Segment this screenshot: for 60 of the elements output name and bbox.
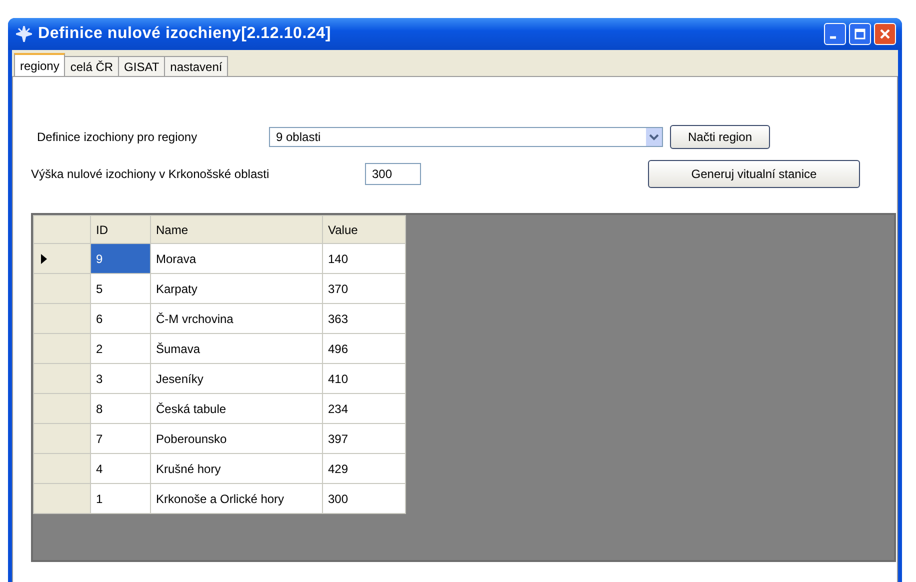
height-label: Výška nulové izochiony v Krkonošské oblasti <box>31 167 270 181</box>
maximize-icon <box>854 28 866 40</box>
table-cell: Č-M vrchovina <box>150 304 322 334</box>
table-cell: 496 <box>322 334 406 364</box>
table-cell: 5 <box>90 274 150 304</box>
table-cell: Šumava <box>150 334 322 364</box>
chevron-down-icon <box>646 128 662 146</box>
table-cell: 300 <box>322 484 406 514</box>
row-header[interactable] <box>34 334 90 364</box>
table-cell: 4 <box>90 454 150 484</box>
row-header[interactable] <box>34 244 90 274</box>
maximize-button[interactable] <box>849 23 871 45</box>
load-region-button[interactable]: Načti region <box>670 125 770 149</box>
window-title: Definice nulové izochieny[2.12.10.24] <box>38 25 331 43</box>
column-header[interactable]: Value <box>322 216 406 244</box>
table-cell: 410 <box>322 364 406 394</box>
table-cell: 3 <box>90 364 150 394</box>
table-cell: 7 <box>90 424 150 454</box>
star-icon <box>16 26 32 42</box>
generate-stations-button[interactable]: Generuj vitualní stanice <box>648 160 860 188</box>
region-dropdown[interactable]: 9 oblasti <box>269 127 663 147</box>
close-icon <box>879 28 891 40</box>
row-header[interactable] <box>34 364 90 394</box>
table-cell: Morava <box>150 244 322 274</box>
table-cell: 363 <box>322 304 406 334</box>
table-cell: 397 <box>322 424 406 454</box>
row-header[interactable] <box>34 304 90 334</box>
table-cell: 234 <box>322 394 406 424</box>
tab[interactable]: GISAT <box>118 56 166 76</box>
row-header[interactable] <box>34 274 90 304</box>
region-definition-label: Definice izochiony pro regiony <box>37 130 198 144</box>
table-cell: Krkonoše a Orlické hory <box>150 484 322 514</box>
height-input[interactable]: 300 <box>365 163 421 185</box>
table-cell: 140 <box>322 244 406 274</box>
close-button[interactable] <box>874 23 896 45</box>
table-cell: 9 <box>90 244 150 274</box>
minimize-icon <box>830 36 836 39</box>
table-cell: 370 <box>322 274 406 304</box>
table-cell: Jeseníky <box>150 364 322 394</box>
table-cell: Poberounsko <box>150 424 322 454</box>
minimize-button[interactable] <box>824 23 846 45</box>
column-header[interactable]: Name <box>150 216 322 244</box>
tab[interactable]: regiony <box>14 53 66 76</box>
table-cell: 8 <box>90 394 150 424</box>
row-header-corner <box>34 216 90 244</box>
table-cell: 1 <box>90 484 150 514</box>
tab[interactable]: nastavení <box>164 56 228 76</box>
tab[interactable]: celá ČR <box>64 56 120 76</box>
row-header[interactable] <box>34 424 90 454</box>
table-cell: Česká tabule <box>150 394 322 424</box>
row-header[interactable] <box>34 484 90 514</box>
table-cell: 429 <box>322 454 406 484</box>
table-cell: 2 <box>90 334 150 364</box>
table-cell: Krušné hory <box>150 454 322 484</box>
row-header[interactable] <box>34 394 90 424</box>
table-cell: Karpaty <box>150 274 322 304</box>
row-header[interactable] <box>34 454 90 484</box>
table-cell: 6 <box>90 304 150 334</box>
row-pointer-icon <box>41 254 47 264</box>
column-header[interactable]: ID <box>90 216 150 244</box>
